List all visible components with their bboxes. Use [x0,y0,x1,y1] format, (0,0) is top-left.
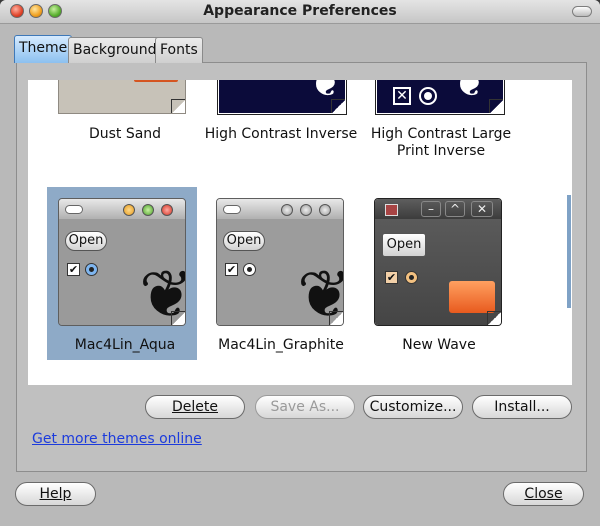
checkbox-icon: ✔ [67,263,80,276]
resize-corner-icon [171,311,185,325]
gnome-foot-icon: ❦ [453,80,487,106]
customize-label: Customize... [369,399,457,415]
resize-corner-icon [489,99,503,113]
install-label: Install... [494,399,550,415]
install-button[interactable]: Install... [472,395,572,419]
delete-button[interactable]: Delete [145,395,245,419]
radio-icon [243,263,256,276]
radio-icon [405,271,418,284]
toolbar-toggle-icon[interactable] [572,6,592,17]
close-icon [161,204,173,216]
theme-name-high-contrast-inverse: High Contrast Inverse [204,126,358,142]
theme-thumbnail-new-wave[interactable]: – ^ ✕ Open ✔ [374,198,502,326]
radio-icon [419,87,437,105]
get-more-themes-link[interactable]: Get more themes online [32,431,202,447]
theme-thumbnail-high-contrast-inverse[interactable]: ❦ [217,80,347,115]
pill-icon [223,205,241,214]
resize-corner-icon [331,99,345,113]
theme-name-mac4lin-graphite: Mac4Lin_Graphite [218,337,344,353]
help-button[interactable]: Help [15,482,96,506]
tab-background[interactable]: Background [68,37,162,63]
checkbox-icon: ✔ [225,263,238,276]
delete-label: Delete [172,399,218,415]
close-icon: ✕ [471,201,493,217]
close-button[interactable]: Close [503,482,584,506]
close-label: Close [524,486,563,502]
tab-theme[interactable]: Theme [14,35,73,63]
theme-thumbnail-mac4lin-aqua[interactable]: Open ✔ ❦ [58,198,186,326]
theme-thumbnail-dust-sand[interactable] [58,80,186,114]
checkbox-icon: ✔ [385,271,398,284]
checkbox-icon: ✕ [393,87,411,105]
pill-icon [65,205,83,214]
save-as-button[interactable]: Save As... [255,395,355,419]
app-icon [385,204,398,216]
resize-corner-icon [329,311,343,325]
scrollbar[interactable] [567,195,571,308]
preview-open-button: Open [65,231,107,251]
theme-name-dust-sand: Dust Sand [88,126,162,142]
customize-button[interactable]: Customize... [363,395,463,419]
theme-thumbnail-high-contrast-large-print-inverse[interactable]: ✕ ❦ [375,80,505,115]
resize-corner-icon [487,311,501,325]
appearance-preferences-window: Appearance Preferences Theme Background … [0,0,600,526]
minimize-icon [281,204,293,216]
radio-icon [85,263,98,276]
title-bar[interactable]: Appearance Preferences [0,0,600,24]
minimize-icon: – [421,201,441,217]
help-label: Help [39,486,72,502]
theme-thumbnail-mac4lin-graphite[interactable]: Open ✔ ❦ [216,198,344,326]
minimize-icon [123,204,135,216]
folder-icon [449,281,495,313]
window-title: Appearance Preferences [203,3,397,19]
theme-name-new-wave: New Wave [402,337,476,353]
preview-open-button: Open [223,231,265,251]
maximize-icon: ^ [445,201,465,217]
theme-list[interactable]: Dust Sand ❦ High Contrast Inverse ✕ ❦ Hi… [28,80,572,385]
theme-name-high-contrast-large-print-inverse: High Contrast Large Print Inverse [370,126,512,159]
close-icon [319,204,331,216]
preview-open-button: Open [382,233,426,257]
tab-fonts[interactable]: Fonts [155,37,203,63]
maximize-icon [142,204,154,216]
folder-icon [134,80,178,82]
resize-corner-icon [171,99,185,113]
maximize-icon [300,204,312,216]
save-as-label: Save As... [270,399,340,415]
theme-name-mac4lin-aqua: Mac4Lin_Aqua [74,337,176,353]
